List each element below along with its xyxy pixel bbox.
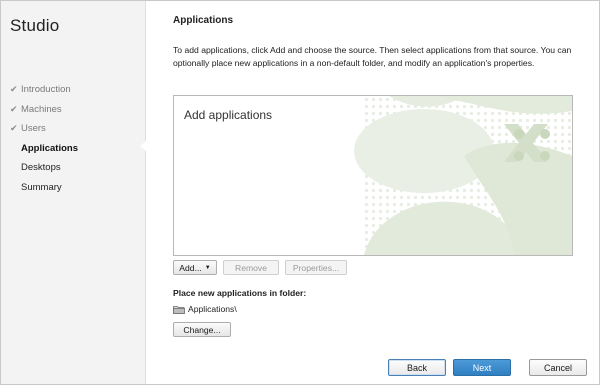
step-label: Introduction [21, 84, 71, 96]
remove-button-label: Remove [235, 262, 267, 273]
back-button[interactable]: Back [388, 359, 446, 376]
remove-button[interactable]: Remove [223, 260, 279, 275]
back-button-label: Back [406, 362, 427, 373]
change-folder-button[interactable]: Change... [173, 322, 231, 337]
dropdown-arrow-icon: ▼ [204, 264, 211, 271]
step-introduction[interactable]: ✔ Introduction [10, 80, 78, 100]
step-desktops: ✔ Desktops [10, 158, 78, 178]
wizard-content: Applications To add applications, click … [146, 0, 600, 385]
checkmark-icon: ✔ [10, 103, 18, 114]
cancel-button-label: Cancel [543, 362, 572, 373]
folder-icon [173, 305, 185, 314]
add-button[interactable]: Add... ▼ [173, 260, 217, 275]
app-title: Studio [10, 16, 60, 35]
step-label: Machines [21, 103, 62, 115]
checkmark-icon: ✔ [10, 123, 18, 134]
applications-list[interactable]: Add applications [173, 95, 573, 256]
step-label: Users [21, 123, 46, 135]
pane-heading: Add applications [184, 108, 273, 122]
folder-path-row: Applications\ [173, 304, 237, 314]
wizard-sidebar: Studio ✔ Introduction ✔ Machines ✔ Users… [1, 1, 146, 384]
page-title: Applications [173, 15, 234, 26]
step-users[interactable]: ✔ Users [10, 119, 78, 139]
step-label: Applications [21, 142, 79, 154]
properties-button-label: Properties... [292, 262, 340, 273]
folder-label: Place new applications in folder: [173, 288, 307, 298]
intro-text: To add applications, click Add and choos… [173, 45, 572, 68]
cancel-button[interactable]: Cancel [529, 359, 587, 376]
folder-path: Applications\ [188, 304, 237, 314]
add-button-label: Add... [179, 262, 202, 273]
step-machines[interactable]: ✔ Machines [10, 100, 78, 120]
next-button-label: Next [472, 362, 492, 373]
step-applications[interactable]: ✔ Applications [10, 139, 78, 159]
checkmark-icon: ✔ [10, 84, 18, 95]
step-label: Desktops [21, 162, 61, 174]
wizard-steps: ✔ Introduction ✔ Machines ✔ Users ✔ Appl… [10, 80, 78, 197]
next-button[interactable]: Next [453, 359, 511, 376]
step-summary: ✔ Summary [10, 178, 78, 198]
properties-button[interactable]: Properties... [285, 260, 347, 275]
step-label: Summary [21, 181, 62, 193]
change-button-label: Change... [183, 324, 221, 335]
